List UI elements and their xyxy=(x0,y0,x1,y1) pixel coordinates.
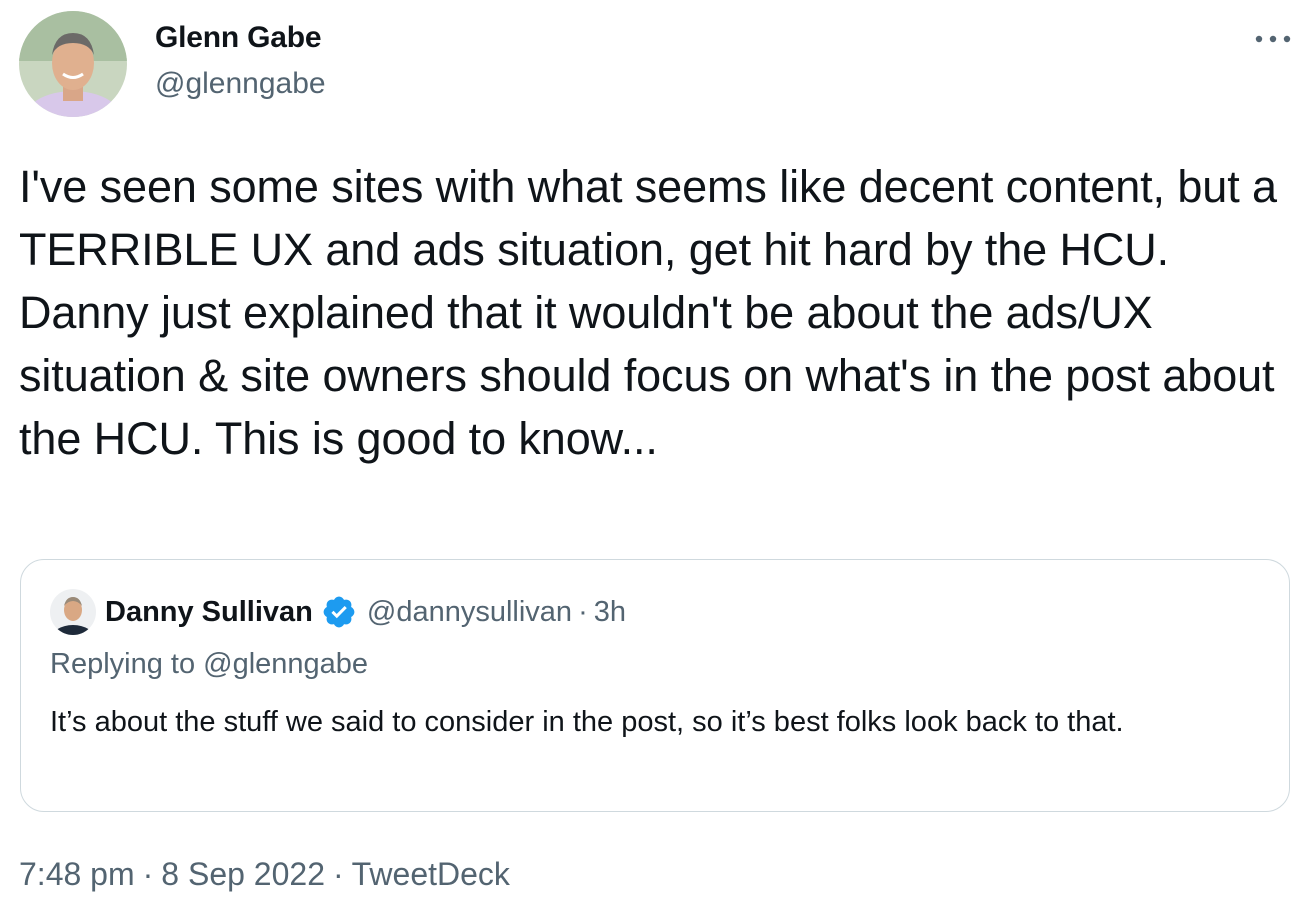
quote-timestamp[interactable]: 3h xyxy=(594,596,626,629)
quote-replying-to: Replying to @glenngabe xyxy=(50,648,369,680)
quote-separator: · xyxy=(578,595,588,628)
author-avatar-image xyxy=(19,11,127,117)
tweet-time[interactable]: 7:48 pm xyxy=(19,856,135,893)
meta-separator: · xyxy=(142,855,154,892)
quote-text: It’s about the stuff we said to consider… xyxy=(50,706,1124,738)
quote-header: Danny Sullivan @dannysullivan · 3h xyxy=(105,592,626,632)
quote-author-handle[interactable]: @dannysullivan xyxy=(367,596,572,629)
author-handle[interactable]: @glenngabe xyxy=(155,67,326,101)
author-name[interactable]: Glenn Gabe xyxy=(155,21,322,55)
tweet-date[interactable]: 8 Sep 2022 xyxy=(161,856,325,893)
quote-author-name[interactable]: Danny Sullivan xyxy=(105,596,313,629)
quoted-tweet[interactable]: Danny Sullivan @dannysullivan · 3h Reply… xyxy=(20,559,1290,812)
tweet-text: I've seen some sites with what seems lik… xyxy=(19,161,1289,464)
meta-separator: · xyxy=(332,855,344,892)
tweet-source[interactable]: TweetDeck xyxy=(352,856,510,893)
more-icon xyxy=(1255,35,1291,43)
tweet: Glenn Gabe @glenngabe I've seen some sit… xyxy=(0,0,1316,918)
more-options-button[interactable] xyxy=(1250,24,1296,54)
quote-author-avatar[interactable] xyxy=(50,589,96,635)
verified-badge-icon xyxy=(321,594,357,630)
tweet-meta: 7:48 pm · 8 Sep 2022 · TweetDeck xyxy=(19,854,510,894)
quote-avatar-image xyxy=(50,589,96,635)
author-avatar[interactable] xyxy=(19,11,127,117)
